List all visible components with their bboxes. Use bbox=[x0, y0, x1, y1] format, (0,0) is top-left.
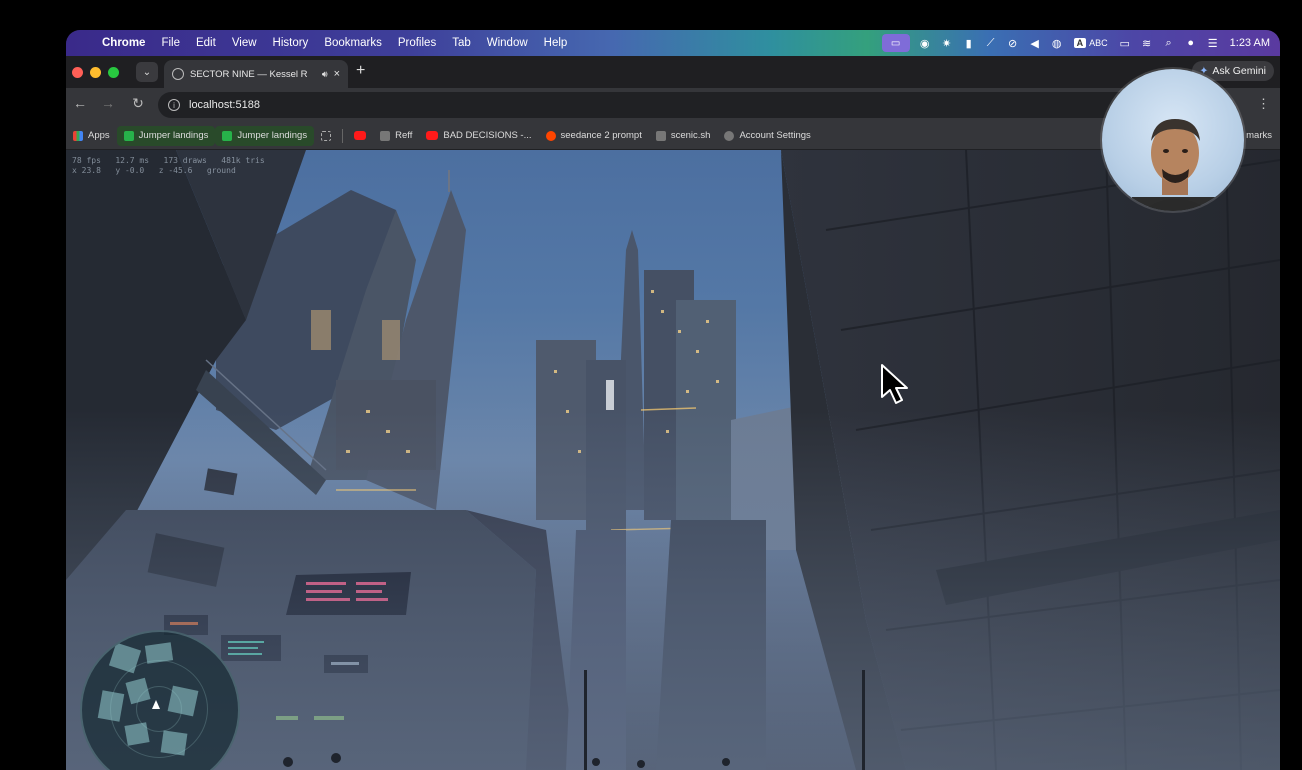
input-source-indicator[interactable]: A ABC bbox=[1068, 38, 1114, 48]
bookmark-scenic[interactable]: scenic.sh bbox=[649, 126, 718, 146]
wifi-icon[interactable]: ≋ bbox=[1136, 34, 1158, 52]
globe-icon bbox=[172, 68, 184, 80]
bookmark-label: BAD DECISIONS -... bbox=[443, 130, 532, 141]
bookmark-label: Account Settings bbox=[739, 130, 811, 141]
input-source-label: ABC bbox=[1089, 38, 1108, 48]
apps-grid-icon bbox=[73, 130, 83, 141]
bookmark-grid[interactable] bbox=[314, 126, 338, 146]
bookmark-seedance[interactable]: seedance 2 prompt bbox=[539, 126, 649, 146]
menu-edit[interactable]: Edit bbox=[188, 37, 224, 49]
minimize-window-button[interactable] bbox=[90, 67, 101, 78]
bookmark-separator bbox=[342, 128, 344, 143]
tab-strip: ⌄ SECTOR NINE — Kessel R 🔊︎ × + ✦ Ask Ge… bbox=[66, 56, 1280, 88]
bookmark-label: seedance 2 prompt bbox=[560, 130, 642, 141]
bookmark-label: scenic.sh bbox=[670, 130, 711, 141]
bookmark-bad-decisions[interactable]: BAD DECISIONS -... bbox=[419, 126, 538, 146]
menu-bar-clock[interactable]: 1:23 AM bbox=[1224, 37, 1270, 49]
control-center-icon[interactable]: ☰ bbox=[1202, 34, 1224, 52]
back-arrow-icon[interactable]: ← bbox=[70, 95, 90, 111]
volume-icon[interactable]: ◀︎ bbox=[1024, 34, 1046, 52]
close-window-button[interactable] bbox=[72, 67, 83, 78]
presenter-avatar bbox=[1132, 119, 1222, 211]
address-bar[interactable]: i localhost:5188 bbox=[158, 92, 1218, 118]
brightness-icon[interactable]: ✷ bbox=[936, 34, 958, 52]
minimap-building bbox=[160, 730, 188, 756]
game-canvas[interactable]: 78 fps 12.7 ms 173 draws 481k tris x 23.… bbox=[66, 150, 1280, 770]
minimap-building bbox=[124, 722, 150, 746]
browser-toolbar: ← → ↻ i localhost:5188 ⋮ bbox=[66, 88, 1280, 122]
green-check-icon bbox=[123, 130, 134, 141]
check-circle-icon[interactable]: ⊘ bbox=[1002, 34, 1024, 52]
forward-arrow-icon[interactable]: → bbox=[98, 95, 118, 111]
webcam-overlay bbox=[1102, 69, 1244, 211]
bookmark-label: Reff bbox=[395, 130, 413, 141]
tab-search-chevron-down-icon[interactable]: ⌄ bbox=[136, 62, 158, 82]
app-status-icon[interactable]: ◉ bbox=[914, 34, 936, 52]
bookmark-apps[interactable]: Apps bbox=[66, 126, 117, 146]
site-icon bbox=[380, 130, 391, 141]
menu-profiles[interactable]: Profiles bbox=[390, 37, 444, 49]
menu-file[interactable]: File bbox=[153, 37, 188, 49]
tab-close-icon[interactable]: × bbox=[334, 68, 340, 80]
ask-gemini-label: Ask Gemini bbox=[1212, 65, 1266, 77]
bookmark-youtube[interactable] bbox=[347, 126, 373, 146]
macos-menu-bar: Chrome File Edit View History Bookmarks … bbox=[66, 30, 1280, 56]
mouse-pointer-icon bbox=[881, 364, 908, 404]
player-marker-icon bbox=[152, 700, 160, 709]
city-scene bbox=[66, 150, 1280, 770]
input-a-icon: A bbox=[1073, 38, 1087, 48]
sync-icon[interactable]: ◍ bbox=[1046, 34, 1068, 52]
fullscreen-window-button[interactable] bbox=[108, 67, 119, 78]
battery-icon[interactable]: ▭ bbox=[1114, 34, 1136, 52]
fog-overlay bbox=[66, 410, 1280, 770]
minimap-building bbox=[144, 642, 174, 664]
bookmark-jumper-landings-2[interactable]: Jumper landings bbox=[215, 125, 315, 146]
menu-window[interactable]: Window bbox=[479, 37, 536, 49]
menu-bookmarks[interactable]: Bookmarks bbox=[316, 37, 390, 49]
menu-history[interactable]: History bbox=[265, 37, 317, 49]
microphone-icon[interactable]: ⟋ bbox=[980, 34, 1002, 52]
url-text[interactable]: localhost:5188 bbox=[189, 99, 260, 111]
menu-help[interactable]: Help bbox=[536, 37, 576, 49]
more-menu-icon[interactable]: ⋮ bbox=[1257, 96, 1270, 112]
extension-icon[interactable]: ▮ bbox=[958, 34, 980, 52]
siri-icon[interactable]: ● bbox=[1180, 34, 1202, 52]
settings-icon bbox=[724, 130, 735, 141]
grid-icon bbox=[321, 130, 332, 141]
screen: Chrome File Edit View History Bookmarks … bbox=[66, 30, 1280, 770]
bookmark-reff[interactable]: Reff bbox=[373, 126, 419, 146]
screen-recording-icon[interactable]: ▭ bbox=[881, 34, 910, 52]
bookmark-account-settings[interactable]: Account Settings bbox=[717, 126, 817, 146]
all-bookmarks-button[interactable]: marks bbox=[1239, 126, 1280, 146]
tab-title: SECTOR NINE — Kessel R bbox=[190, 68, 308, 80]
tab-sector-nine[interactable]: SECTOR NINE — Kessel R 🔊︎ × bbox=[164, 60, 348, 88]
bookmark-label: Apps bbox=[88, 130, 110, 141]
debug-stats-line-1: 78 fps 12.7 ms 173 draws 481k tris bbox=[72, 156, 265, 165]
debug-stats-line-2: x 23.8 y -0.0 z -45.6 ground bbox=[72, 166, 236, 175]
menu-app-chrome[interactable]: Chrome bbox=[94, 37, 153, 49]
youtube-icon bbox=[354, 131, 367, 140]
bookmark-jumper-landings-1[interactable]: Jumper landings bbox=[116, 125, 216, 146]
bookmark-label: Jumper landings bbox=[138, 130, 209, 141]
reddit-icon bbox=[545, 130, 556, 141]
menu-tab[interactable]: Tab bbox=[444, 37, 479, 49]
debug-stats-overlay: 78 fps 12.7 ms 173 draws 481k tris x 23.… bbox=[72, 156, 265, 176]
site-info-icon[interactable]: i bbox=[168, 99, 180, 111]
minimap-building bbox=[167, 685, 199, 717]
menu-view[interactable]: View bbox=[224, 37, 265, 49]
bookmarks-bar: Apps Jumper landings Jumper landings Ref… bbox=[66, 122, 1280, 150]
reload-icon[interactable]: ↻ bbox=[128, 95, 148, 112]
tab-audio-icon[interactable]: 🔊︎ bbox=[322, 69, 328, 80]
menu-bar-status-area: ▭ ◉ ✷ ▮ ⟋ ⊘ ◀︎ ◍ A ABC ▭ ≋ ⌕ ● ☰ 1:23 AM bbox=[881, 34, 1280, 52]
green-check-icon bbox=[222, 130, 233, 141]
spotlight-search-icon[interactable]: ⌕ bbox=[1158, 34, 1180, 52]
terminal-icon bbox=[655, 130, 666, 141]
bookmark-label: Jumper landings bbox=[237, 130, 308, 141]
youtube-icon bbox=[426, 131, 439, 140]
new-tab-button[interactable]: + bbox=[356, 62, 365, 80]
